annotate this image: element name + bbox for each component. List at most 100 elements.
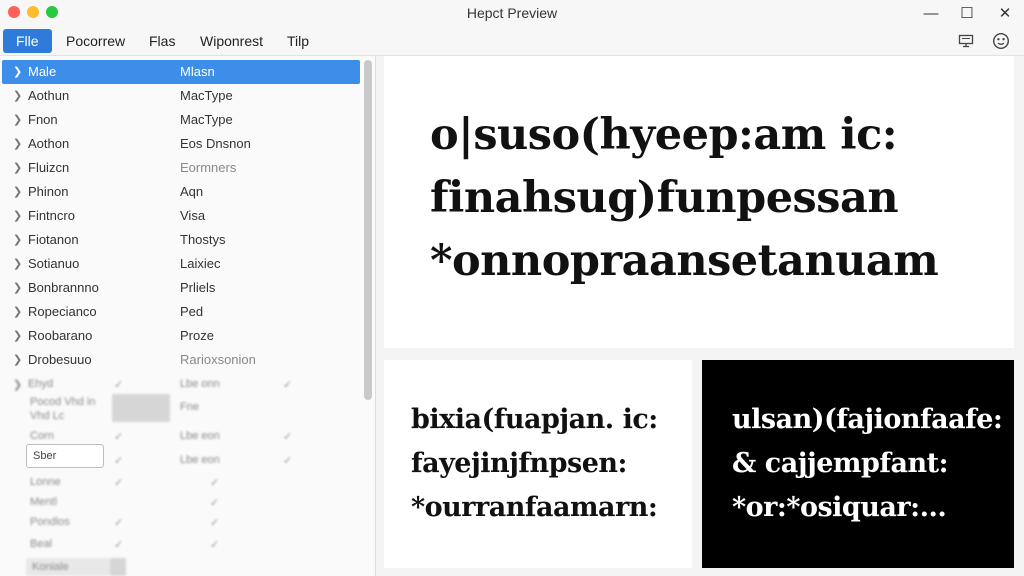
- list-item-name: Aothon: [28, 136, 70, 151]
- list-item-name: Roobarano: [28, 328, 93, 343]
- preview-line: *or:*osiquar:...: [732, 492, 947, 523]
- blurred-label: Pondlos: [30, 516, 70, 528]
- list-item-name: Fiotanon: [28, 232, 79, 247]
- chevron-right-icon[interactable]: ❯: [13, 132, 22, 156]
- property-list: ❯ Male Mlasn ❯ Aothun MacType ❯ Fnon MacType ❯…: [2, 60, 360, 372]
- list-item-name: Drobesuuo: [28, 352, 92, 367]
- preview-line: finahsug)funpessan: [430, 173, 899, 223]
- chevron-right-icon[interactable]: ❯: [13, 180, 22, 204]
- list-item[interactable]: ❯ Fluizcn Eormners: [2, 156, 360, 180]
- list-item[interactable]: ❯ Sotianuo Laixiec: [2, 252, 360, 276]
- list-item-value: MacType: [180, 88, 233, 103]
- preview-dark-text: ulsan)(fajionfaafe: & cajjempfant: *or:*…: [732, 398, 1003, 530]
- blurred-value: Lbe onn: [180, 378, 220, 390]
- close-icon[interactable]: ✕: [994, 3, 1016, 23]
- check-icon[interactable]: ✓: [114, 476, 123, 489]
- menu-file[interactable]: Flle: [3, 29, 52, 53]
- list-item-value: Ped: [180, 304, 204, 319]
- blurred-label: Mentl: [30, 496, 57, 508]
- menu-pocorrew[interactable]: Pocorrew: [64, 29, 127, 53]
- preview-line: o|suso(hyeep:am ic:: [430, 110, 898, 160]
- list-item-value: Mlasn: [180, 64, 215, 79]
- list-item-value: Rarioxsonion: [180, 352, 256, 367]
- preview-line: *onnopraansetanuam: [430, 236, 939, 286]
- minimize-icon[interactable]: —: [920, 3, 942, 23]
- check-icon[interactable]: ✓: [114, 516, 123, 529]
- chevron-right-icon[interactable]: ❯: [13, 348, 22, 372]
- chevron-right-icon[interactable]: ❯: [13, 204, 22, 228]
- list-item[interactable]: ❯ Drobesuuo Rarioxsonion: [2, 348, 360, 372]
- chevron-right-icon[interactable]: ❯: [13, 156, 22, 180]
- preview-large-text: o|suso(hyeep:am ic: finahsug)funpessan *…: [430, 104, 939, 293]
- check-icon[interactable]: ✓: [210, 516, 219, 529]
- list-item[interactable]: ❯ Ropecianco Ped: [2, 300, 360, 324]
- list-item-value: Eos Dnsnon: [180, 136, 251, 151]
- blurred-input-field[interactable]: Sber: [26, 444, 104, 468]
- preview-line: *ourranfaamarn:: [411, 492, 658, 523]
- blurred-label: Ehyd: [28, 378, 54, 390]
- preview-light-text: bixia(fuapjan. ic: fayejinjfnpsen: *ourr…: [411, 398, 658, 530]
- chevron-right-icon[interactable]: ❯: [13, 108, 22, 132]
- chevron-right-icon[interactable]: ❯: [13, 60, 22, 84]
- menu-tilp[interactable]: Tilp: [285, 29, 311, 53]
- blurred-label: Lonne: [30, 476, 61, 488]
- list-item[interactable]: ❯ Roobarano Proze: [2, 324, 360, 348]
- check-icon[interactable]: ✓: [114, 378, 123, 391]
- blurred-label: Pocod Vhd in: [30, 396, 96, 408]
- menu-wiponrest[interactable]: Wiponrest: [198, 29, 265, 53]
- list-item[interactable]: ❯ Aothun MacType: [2, 84, 360, 108]
- chevron-right-icon[interactable]: ❯: [13, 252, 22, 276]
- chevron-right-icon[interactable]: ❯: [13, 228, 22, 252]
- preview-line: bixia(fuapjan. ic:: [411, 404, 658, 435]
- preview-line: ulsan)(fajionfaafe:: [732, 404, 1003, 435]
- list-item-name: Bonbrannno: [28, 280, 99, 295]
- sidebar: ❯ Male Mlasn ❯ Aothun MacType ❯ Fnon MacType ❯…: [0, 56, 376, 576]
- blurred-chip: [112, 394, 170, 422]
- check-icon[interactable]: ✓: [114, 430, 123, 443]
- window-title: Hepct Preview: [466, 5, 558, 21]
- check-icon[interactable]: ✓: [210, 476, 219, 489]
- list-item[interactable]: ❯ Fintncro Visa: [2, 204, 360, 228]
- chevron-right-icon[interactable]: ❯: [13, 324, 22, 348]
- list-item-name: Fluizcn: [28, 160, 70, 175]
- list-item[interactable]: ❯ Aothon Eos Dnsnon: [2, 132, 360, 156]
- blurred-label: Corn: [30, 430, 54, 442]
- list-item-value: Prliels: [180, 280, 216, 295]
- blurred-label: Vhd Lc: [30, 410, 65, 422]
- list-item[interactable]: ❯ Bonbrannno Prliels: [2, 276, 360, 300]
- list-item-value: Proze: [180, 328, 214, 343]
- preview-large: o|suso(hyeep:am ic: finahsug)funpessan *…: [384, 56, 1014, 348]
- check-icon[interactable]: ✓: [283, 454, 292, 467]
- list-item-name: Fnon: [28, 112, 58, 127]
- list-item-value: Aqn: [180, 184, 204, 199]
- menu-flas[interactable]: Flas: [147, 29, 177, 53]
- monitor-icon[interactable]: [955, 30, 977, 52]
- smiley-icon[interactable]: [990, 30, 1012, 52]
- blurred-label: Koniale: [32, 561, 69, 573]
- list-item[interactable]: ❯ Phinon Aqn: [2, 180, 360, 204]
- check-icon[interactable]: ✓: [283, 430, 292, 443]
- list-item-name: Aothun: [28, 88, 70, 103]
- preview-line: & cajjempfant:: [732, 448, 949, 479]
- list-item[interactable]: ❯ Fnon MacType: [2, 108, 360, 132]
- chevron-right-icon[interactable]: ❯: [13, 378, 22, 391]
- check-icon[interactable]: ✓: [210, 496, 219, 509]
- blurred-options: ❯ Ehyd ✓ Lbe onn ✓ Pocod Vhd in Vhd Lc F…: [0, 376, 360, 576]
- chevron-right-icon[interactable]: ❯: [13, 300, 22, 324]
- list-item[interactable]: ❯ Male Mlasn: [2, 60, 360, 84]
- sidebar-scrollbar[interactable]: [364, 60, 372, 400]
- chevron-right-icon[interactable]: ❯: [13, 276, 22, 300]
- check-icon[interactable]: ✓: [114, 538, 123, 551]
- maximize-icon[interactable]: ☐: [956, 3, 978, 23]
- check-icon[interactable]: ✓: [114, 454, 123, 467]
- check-icon[interactable]: ✓: [210, 538, 219, 551]
- list-item-name: Male: [28, 64, 57, 79]
- list-item[interactable]: ❯ Fiotanon Thostys: [2, 228, 360, 252]
- chevron-right-icon[interactable]: ❯: [13, 84, 22, 108]
- check-icon[interactable]: ✓: [283, 378, 292, 391]
- blurred-value: Lbe eon: [180, 430, 220, 442]
- blurred-value: Lbe eon: [180, 454, 220, 466]
- list-item-name: Ropecianco: [28, 304, 97, 319]
- list-item-value: MacType: [180, 112, 233, 127]
- preview-line: fayejinjfnpsen:: [411, 448, 628, 479]
